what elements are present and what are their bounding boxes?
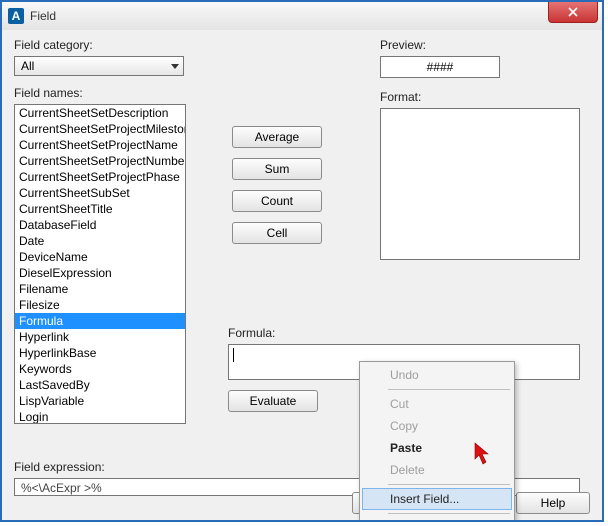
sum-button[interactable]: Sum [232, 158, 322, 180]
field-names-item[interactable]: HyperlinkBase [15, 345, 185, 361]
context-menu-insert-field[interactable]: Insert Field... [362, 488, 512, 510]
window-title: Field [30, 9, 56, 23]
context-menu-delete[interactable]: Delete [362, 459, 512, 481]
app-icon: A [8, 8, 24, 24]
evaluate-button[interactable]: Evaluate [228, 390, 318, 412]
format-label: Format: [380, 90, 582, 104]
field-names-item[interactable]: LastSavedBy [15, 377, 185, 393]
preview-label: Preview: [380, 38, 582, 52]
preview-box: #### [380, 56, 500, 78]
titlebar: A Field [2, 2, 602, 31]
format-listbox[interactable] [380, 108, 580, 260]
field-names-item[interactable]: CurrentSheetSetDescription [15, 105, 185, 121]
field-expression-value: %<\AcExpr >% [21, 481, 102, 495]
field-names-item[interactable]: CurrentSheetSetProjectPhase [15, 169, 185, 185]
field-names-item[interactable]: CurrentSheetSetProjectName [15, 137, 185, 153]
chevron-down-icon [171, 64, 179, 69]
field-category-combo[interactable]: All [14, 56, 184, 76]
field-names-item[interactable]: Date [15, 233, 185, 249]
count-button[interactable]: Count [232, 190, 322, 212]
formula-label: Formula: [228, 326, 582, 340]
field-names-label: Field names: [14, 86, 204, 100]
field-names-item[interactable]: Login [15, 409, 185, 424]
field-category-label-text: Field category: [14, 38, 93, 52]
field-names-item[interactable]: CurrentSheetTitle [15, 201, 185, 217]
context-menu-undo[interactable]: Undo [362, 364, 512, 386]
context-menu-cut[interactable]: Cut [362, 393, 512, 415]
field-names-item[interactable]: Keywords [15, 361, 185, 377]
context-menu-separator [388, 513, 510, 514]
field-names-item[interactable]: DieselExpression [15, 265, 185, 281]
left-column: Field category: All Field names: Current… [14, 38, 204, 424]
context-menu-paste[interactable]: Paste [362, 437, 512, 459]
field-names-listbox[interactable]: CurrentSheetSetDescriptionCurrentSheetSe… [14, 104, 186, 424]
field-names-item[interactable]: CurrentSheetSetProjectNumber [15, 153, 185, 169]
close-icon [568, 7, 578, 17]
text-caret [233, 348, 234, 362]
field-names-item[interactable]: CurrentSheetSubSet [15, 185, 185, 201]
field-names-item[interactable]: LispVariable [15, 393, 185, 409]
middle-column: Average Sum Count Cell [228, 38, 366, 254]
close-button[interactable] [548, 2, 598, 23]
field-names-item[interactable]: Formula [15, 313, 185, 329]
right-column: Preview: #### Format: [380, 38, 582, 260]
field-names-item[interactable]: DeviceName [15, 249, 185, 265]
field-dialog: A Field Field category: All Field names:… [0, 0, 604, 522]
preview-value: #### [427, 60, 454, 74]
context-menu-copy[interactable]: Copy [362, 415, 512, 437]
context-menu-separator [388, 389, 510, 390]
field-names-item[interactable]: CurrentSheetSetProjectMilestone [15, 121, 185, 137]
field-category-label: Field category: [14, 38, 204, 52]
field-names-item[interactable]: DatabaseField [15, 217, 185, 233]
field-category-value: All [21, 59, 34, 73]
field-names-item[interactable]: Filesize [15, 297, 185, 313]
average-button[interactable]: Average [232, 126, 322, 148]
field-names-item[interactable]: Hyperlink [15, 329, 185, 345]
help-button[interactable]: Help [516, 492, 590, 514]
cell-button[interactable]: Cell [232, 222, 322, 244]
context-menu-separator [388, 484, 510, 485]
context-menu: Undo Cut Copy Paste Delete Insert Field.… [359, 361, 515, 522]
field-names-item[interactable]: Filename [15, 281, 185, 297]
context-menu-select-all[interactable]: Select All [362, 517, 512, 522]
